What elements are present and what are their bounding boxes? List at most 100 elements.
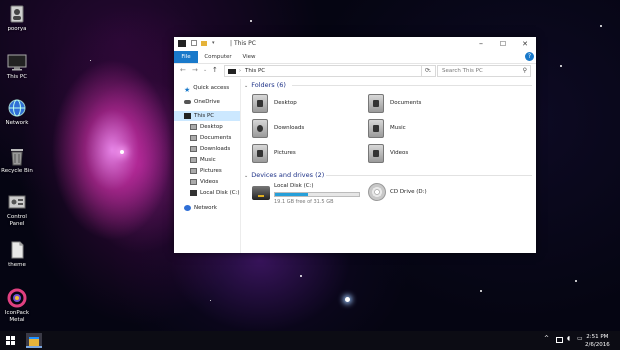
tab-computer[interactable]: Computer bbox=[203, 51, 233, 63]
nav-item-documents[interactable]: Documents bbox=[190, 133, 231, 143]
user-folder-icon bbox=[7, 4, 27, 24]
address-bar[interactable]: › This PC ⌄ bbox=[224, 65, 436, 77]
tab-file[interactable]: File bbox=[174, 51, 198, 63]
nav-item-downloads[interactable]: Downloads bbox=[190, 144, 230, 154]
nav-item-label: OneDrive bbox=[194, 99, 220, 105]
chevron-down-icon: ⌄ bbox=[244, 173, 249, 179]
folder-item-desktop[interactable]: Desktop bbox=[252, 94, 352, 114]
drive-item-cd[interactable]: CD Drive (D:) bbox=[368, 183, 468, 207]
maximize-button[interactable]: ☐ bbox=[492, 38, 514, 50]
breadcrumb-this-pc[interactable]: This PC bbox=[245, 66, 265, 76]
folder-icon bbox=[190, 145, 197, 152]
nav-item-label: Local Disk (C:) bbox=[200, 190, 240, 196]
desktop-icon-network[interactable]: Network bbox=[0, 98, 34, 127]
nav-item-quick-access[interactable]: ★ Quick access bbox=[184, 83, 229, 94]
help-icon[interactable]: ? bbox=[525, 52, 534, 61]
folder-icon bbox=[190, 123, 197, 130]
show-hidden-icons-icon[interactable]: ^ bbox=[544, 335, 549, 342]
nav-item-local-disk[interactable]: Local Disk (C:) bbox=[190, 188, 240, 198]
close-button[interactable]: ✕ bbox=[514, 38, 536, 50]
folder-label: Pictures bbox=[274, 150, 296, 156]
star bbox=[560, 65, 562, 67]
address-toolbar: ← → ⌄ ↑ › This PC ⌄ ⟳ Search This PC ⚲ bbox=[174, 63, 536, 78]
drive-led bbox=[258, 195, 264, 197]
folder-icon bbox=[190, 134, 197, 141]
refresh-icon[interactable]: ⟳ bbox=[421, 66, 433, 76]
nav-item-label: This PC bbox=[194, 113, 215, 119]
tab-view[interactable]: View bbox=[238, 51, 260, 63]
taskbar-file-explorer[interactable] bbox=[26, 333, 42, 348]
nav-item-label: Documents bbox=[200, 135, 232, 141]
folder-item-downloads[interactable]: Downloads bbox=[252, 119, 352, 139]
music-folder-icon bbox=[368, 119, 384, 138]
pictures-folder-icon bbox=[252, 144, 268, 163]
window-title: | This PC bbox=[230, 40, 256, 47]
desktop-icon-theme[interactable]: theme bbox=[0, 240, 34, 269]
devices-group-header[interactable]: ⌄ Devices and drives (2) bbox=[244, 171, 324, 179]
folder-emblem bbox=[257, 150, 263, 157]
desktop-icon-control-panel[interactable]: Control Panel bbox=[0, 192, 34, 228]
star bbox=[480, 290, 482, 292]
nav-item-label: Videos bbox=[200, 179, 219, 185]
nav-item-label: Music bbox=[200, 157, 216, 163]
nav-item-pictures[interactable]: Pictures bbox=[190, 166, 222, 176]
clock-date: 2/6/2016 bbox=[585, 342, 610, 348]
iconpack-icon bbox=[7, 288, 27, 308]
clock[interactable]: 2:51 PM 2/6/2016 bbox=[585, 333, 610, 349]
folder-emblem bbox=[373, 125, 379, 132]
properties-icon[interactable] bbox=[191, 40, 197, 46]
drive-item-local-disk[interactable]: Local Disk (C:) 19.1 GB free of 31.5 GB bbox=[252, 183, 364, 207]
desktop-icon-this-pc[interactable]: This PC bbox=[0, 52, 34, 81]
minimize-button[interactable]: – bbox=[470, 38, 492, 50]
cloud-icon bbox=[184, 99, 191, 104]
folder-item-pictures[interactable]: Pictures bbox=[252, 144, 352, 164]
forward-arrow-icon[interactable]: → bbox=[192, 66, 198, 74]
nav-item-music[interactable]: Music bbox=[190, 155, 216, 165]
folders-group-header[interactable]: ⌄ Folders (6) bbox=[244, 81, 286, 89]
pc-icon bbox=[184, 112, 191, 119]
new-folder-icon[interactable] bbox=[201, 41, 207, 46]
computer-icon bbox=[7, 52, 27, 72]
back-arrow-icon[interactable]: ← bbox=[180, 66, 186, 74]
nav-item-desktop[interactable]: Desktop bbox=[190, 122, 223, 132]
hard-drive-icon bbox=[190, 189, 197, 196]
nav-item-network[interactable]: Network bbox=[184, 203, 217, 213]
volume-icon[interactable]: ◖ bbox=[567, 335, 570, 342]
folder-label: Downloads bbox=[274, 125, 305, 131]
recent-locations-icon[interactable]: ⌄ bbox=[203, 67, 207, 73]
nav-item-this-pc[interactable]: This PC bbox=[174, 111, 240, 121]
customize-quick-access-icon[interactable]: ▾ bbox=[212, 40, 220, 47]
nav-item-onedrive[interactable]: OneDrive bbox=[184, 97, 220, 107]
star bbox=[90, 60, 91, 61]
drive-usage-fill bbox=[275, 193, 308, 196]
search-input[interactable]: Search This PC ⚲ bbox=[437, 65, 531, 77]
search-placeholder: Search This PC bbox=[442, 68, 483, 74]
divider bbox=[326, 175, 532, 176]
action-center-icon[interactable]: ▭ bbox=[577, 335, 583, 342]
clock-time: 2:51 PM bbox=[586, 334, 609, 340]
folder-item-documents[interactable]: Documents bbox=[368, 94, 468, 114]
recycle-bin-icon bbox=[7, 146, 27, 166]
folder-label: Desktop bbox=[274, 100, 297, 106]
desktop-icon-recycle-bin[interactable]: Recycle Bin bbox=[0, 146, 34, 175]
nav-item-label: Downloads bbox=[200, 146, 231, 152]
star bbox=[345, 297, 350, 302]
folder-item-videos[interactable]: Videos bbox=[368, 144, 468, 164]
active-indicator bbox=[26, 346, 42, 348]
drive-label: Local Disk (C:) bbox=[274, 183, 314, 189]
desktop-icon-iconpack-metal[interactable]: IconPack Metal bbox=[0, 288, 34, 324]
folder-label: Music bbox=[390, 125, 406, 131]
network-tray-icon[interactable] bbox=[556, 337, 563, 343]
network-globe-icon bbox=[184, 204, 191, 211]
network-globe-icon bbox=[7, 98, 27, 118]
windows-start-icon[interactable] bbox=[6, 336, 15, 345]
document-icon bbox=[7, 240, 27, 260]
folder-item-music[interactable]: Music bbox=[368, 119, 468, 139]
desktop-icon-label: theme bbox=[8, 262, 26, 268]
drive-usage-bar bbox=[274, 192, 360, 197]
nav-item-videos[interactable]: Videos bbox=[190, 177, 218, 187]
desktop-icon-poorya[interactable]: poorya bbox=[0, 4, 34, 33]
up-arrow-icon[interactable]: ↑ bbox=[212, 66, 218, 74]
folder-emblem bbox=[257, 100, 263, 107]
desktop-icon-label: Network bbox=[5, 120, 29, 126]
